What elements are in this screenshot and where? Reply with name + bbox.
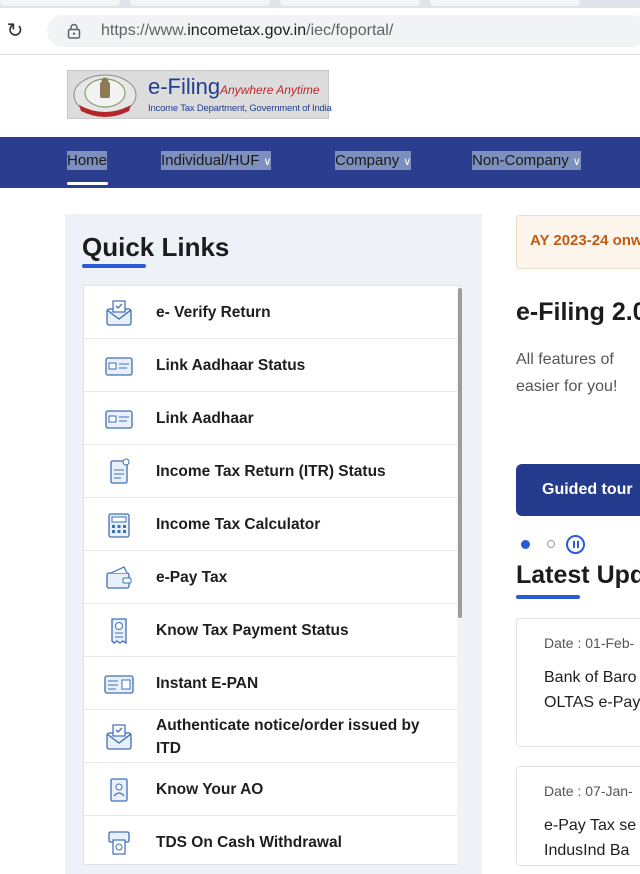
nav-non-company-label: Non-Company bbox=[472, 152, 569, 169]
quick-link-itr-status[interactable]: Income Tax Return (ITR) Status bbox=[84, 445, 458, 498]
emblem-icon bbox=[73, 74, 137, 117]
url-text[interactable]: https://www.incometax.gov.in/iec/foporta… bbox=[101, 22, 393, 40]
carousel-title: e-Filing 2.0 bbox=[516, 298, 640, 326]
quick-link-label: TDS On Cash Withdrawal bbox=[156, 834, 342, 851]
quick-link-label: Know Your AO bbox=[156, 781, 264, 798]
update-text-line: e-Pay Tax se bbox=[544, 817, 637, 834]
quick-link-label: e-Pay Tax bbox=[156, 569, 228, 586]
atm-icon bbox=[108, 831, 130, 855]
quick-links-scroll-thumb[interactable] bbox=[458, 288, 462, 618]
itr-document-icon bbox=[110, 458, 130, 484]
update-card[interactable]: Date : 01-Feb- Bank of Baro OLTAS e-Pay bbox=[516, 618, 640, 747]
chevron-down-icon: ∨ bbox=[263, 156, 272, 168]
logo-title: e-Filing bbox=[148, 74, 221, 99]
efiling-logo[interactable]: e-Filing Anywhere Anytime Income Tax Dep… bbox=[67, 70, 332, 119]
latest-updates-underline bbox=[516, 595, 580, 599]
quick-link-label: Authenticate notice/order issued by ITD bbox=[156, 716, 420, 757]
quick-links-title: Quick Links bbox=[82, 232, 230, 262]
nav-individual-huf[interactable]: Individual/HUF ∨ bbox=[161, 151, 272, 170]
site-info-icon[interactable] bbox=[67, 23, 81, 39]
quick-link-e-pay-tax[interactable]: e-Pay Tax bbox=[84, 551, 458, 604]
quick-link-link-aadhaar[interactable]: Link Aadhaar bbox=[84, 392, 458, 445]
quick-link-e-verify-return[interactable]: e- Verify Return bbox=[84, 286, 458, 339]
url-path: /iec/foportal/ bbox=[306, 22, 394, 39]
id-card-icon bbox=[105, 410, 133, 429]
logo-subtitle: Income Tax Department, Government of Ind… bbox=[148, 103, 332, 114]
update-text-line: Bank of Baro bbox=[544, 669, 637, 686]
logo-tagline: Anywhere Anytime bbox=[220, 83, 320, 97]
ay-banner-text: AY 2023-24 onw bbox=[530, 232, 640, 249]
browser-toolbar: ↻ https://www.incometax.gov.in/iec/fopor… bbox=[0, 8, 640, 55]
quick-link-income-tax-calculator[interactable]: Income Tax Calculator bbox=[84, 498, 458, 551]
quick-link-know-your-ao[interactable]: Know Your AO bbox=[84, 763, 458, 816]
chevron-down-icon: ∨ bbox=[572, 156, 581, 168]
nav-company-label: Company bbox=[335, 152, 400, 169]
chevron-down-icon: ∨ bbox=[403, 156, 412, 168]
update-date: Date : 07-Jan- bbox=[544, 783, 633, 799]
quick-link-label: Link Aadhaar bbox=[156, 410, 254, 427]
url-prefix: https://www. bbox=[101, 22, 188, 39]
latest-updates-title: Latest Upd bbox=[516, 561, 640, 589]
envelope-check-icon bbox=[106, 300, 132, 326]
quick-link-label: Income Tax Return (ITR) Status bbox=[156, 463, 386, 480]
quick-link-label: Link Aadhaar Status bbox=[156, 357, 306, 374]
quick-links-list: e- Verify Return Link Aadhaar Status Lin… bbox=[83, 285, 463, 865]
nav-non-company[interactable]: Non-Company ∨ bbox=[472, 151, 581, 170]
update-card[interactable]: Date : 07-Jan- e-Pay Tax se IndusInd Ba bbox=[516, 766, 640, 866]
quick-link-label: Instant E-PAN bbox=[156, 675, 259, 692]
nav-home-label: Home bbox=[67, 152, 108, 169]
quick-link-authenticate-notice[interactable]: Authenticate notice/order issued by ITD bbox=[84, 710, 458, 763]
carousel-description-line: easier for you! bbox=[516, 378, 618, 395]
calculator-icon bbox=[108, 513, 130, 538]
envelope-check-icon bbox=[106, 724, 132, 750]
guided-tour-label: Guided tour bbox=[542, 481, 633, 498]
nav-home[interactable]: Home bbox=[67, 151, 108, 170]
quick-link-label: e- Verify Return bbox=[156, 304, 271, 321]
carousel-dot[interactable] bbox=[547, 540, 555, 548]
nav-company[interactable]: Company ∨ bbox=[335, 151, 412, 170]
browser-tab[interactable] bbox=[0, 0, 120, 6]
quick-link-label: Know Tax Payment Status bbox=[156, 622, 349, 639]
update-text-line: IndusInd Ba bbox=[544, 842, 630, 859]
reload-icon[interactable]: ↻ bbox=[4, 20, 26, 42]
browser-tab-strip bbox=[0, 0, 640, 8]
quick-link-label: Income Tax Calculator bbox=[156, 516, 321, 533]
id-card-icon bbox=[105, 357, 133, 376]
officer-document-icon bbox=[110, 778, 128, 802]
url-host: incometax.gov.in bbox=[187, 22, 307, 39]
nav-active-indicator bbox=[67, 182, 108, 185]
main-nav: Home Individual/HUF ∨ Company ∨ Non-Compan… bbox=[0, 137, 640, 188]
carousel-description-line: All features of bbox=[516, 351, 614, 368]
quick-link-tds-on-cash-withdrawal[interactable]: TDS On Cash Withdrawal bbox=[84, 816, 458, 864]
browser-tab[interactable] bbox=[280, 0, 420, 6]
browser-tab[interactable] bbox=[430, 0, 580, 6]
update-text-line: OLTAS e-Pay bbox=[544, 694, 640, 711]
quick-link-know-tax-payment-status[interactable]: Know Tax Payment Status bbox=[84, 604, 458, 657]
quick-link-link-aadhaar-status[interactable]: Link Aadhaar Status bbox=[84, 339, 458, 392]
update-date: Date : 01-Feb- bbox=[544, 635, 635, 651]
pause-icon[interactable] bbox=[566, 535, 585, 554]
quick-link-instant-e-pan[interactable]: Instant E-PAN bbox=[84, 657, 458, 710]
nav-individual-huf-label: Individual/HUF bbox=[161, 152, 260, 169]
quick-links-underline bbox=[82, 264, 146, 268]
wallet-icon bbox=[106, 566, 132, 589]
browser-tab[interactable] bbox=[130, 0, 270, 6]
receipt-icon bbox=[111, 618, 127, 645]
carousel-dot-active[interactable] bbox=[521, 540, 530, 549]
carousel-description: All features of easier for you! bbox=[516, 346, 640, 400]
pan-card-icon bbox=[104, 675, 134, 694]
